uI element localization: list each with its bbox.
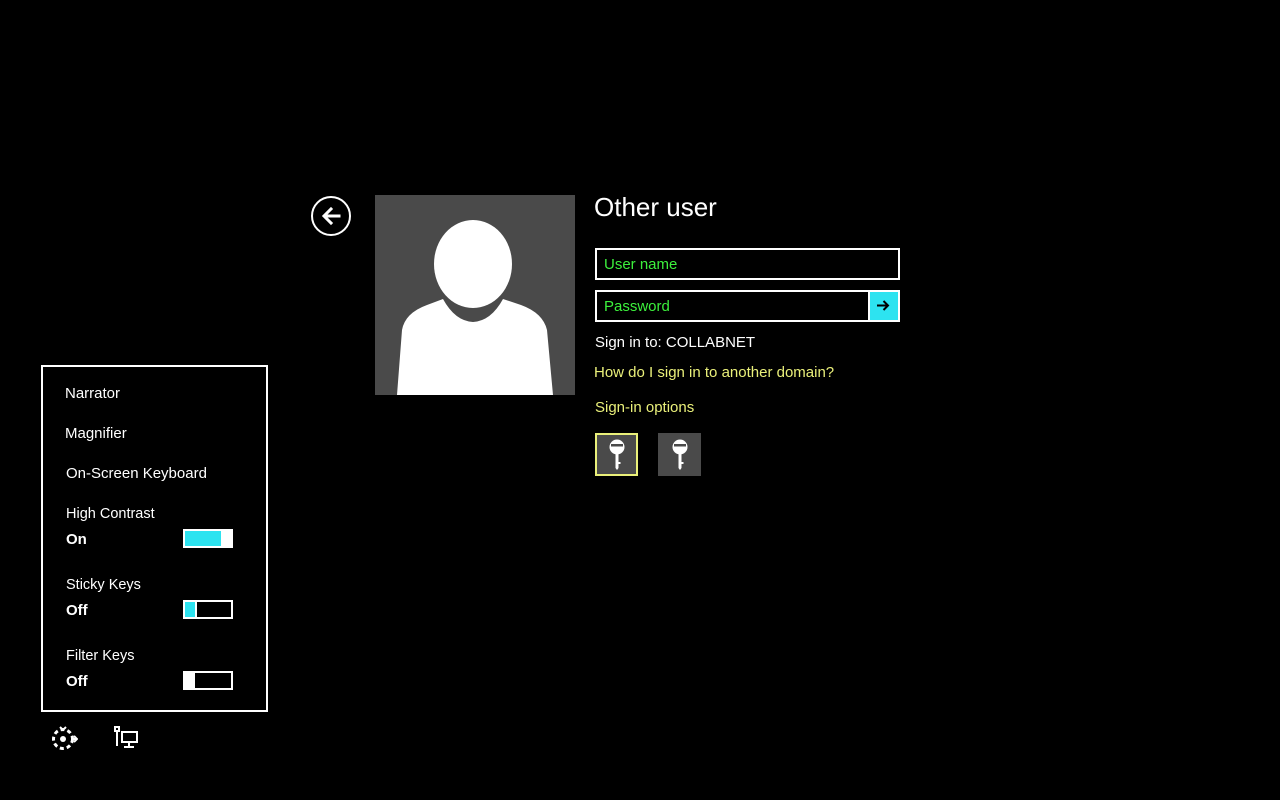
on-screen-keyboard-item[interactable]: On-Screen Keyboard — [66, 465, 207, 483]
toggle-thumb[interactable] — [195, 601, 197, 618]
username-input[interactable] — [597, 250, 898, 278]
network-button[interactable] — [114, 726, 140, 755]
toggle-thumb[interactable] — [185, 672, 195, 689]
sticky-keys-toggle[interactable] — [183, 600, 233, 619]
high-contrast-state: On — [66, 531, 87, 548]
toggle-thumb[interactable] — [221, 530, 231, 547]
another-domain-link[interactable]: How do I sign in to another domain? — [594, 364, 834, 382]
network-icon — [114, 726, 138, 748]
sign-in-option-password[interactable] — [595, 433, 638, 476]
username-field-box[interactable] — [595, 248, 900, 280]
filter-keys-label: Filter Keys — [66, 648, 135, 664]
ease-of-access-button[interactable] — [50, 725, 79, 756]
sticky-keys-state: Off — [66, 602, 88, 619]
user-avatar — [375, 195, 575, 395]
toggle-fill — [185, 602, 195, 617]
magnifier-item[interactable]: Magnifier — [65, 425, 127, 443]
key-icon — [609, 439, 624, 470]
key-icon — [672, 439, 687, 470]
sticky-keys-label: Sticky Keys — [66, 577, 141, 593]
submit-button[interactable] — [868, 292, 898, 320]
back-arrow-icon — [321, 206, 341, 226]
password-field-box[interactable] — [595, 290, 900, 322]
arrow-right-icon — [877, 300, 890, 311]
high-contrast-toggle[interactable] — [183, 529, 233, 548]
filter-keys-toggle[interactable] — [183, 671, 233, 690]
sign-in-domain-text: Sign in to: COLLABNET — [595, 334, 756, 351]
password-input[interactable] — [597, 292, 869, 320]
filter-keys-state: Off — [66, 673, 88, 690]
toggle-fill — [185, 531, 221, 546]
ease-of-access-icon — [52, 726, 79, 750]
sign-in-option-key[interactable] — [658, 433, 701, 476]
back-button[interactable] — [311, 196, 351, 236]
page-title: Other user — [594, 192, 717, 222]
sign-in-options-link[interactable]: Sign-in options — [595, 399, 694, 417]
user-silhouette-icon — [397, 220, 553, 395]
high-contrast-label: High Contrast — [66, 506, 155, 522]
ease-of-access-panel: Narrator Magnifier On-Screen Keyboard Hi… — [41, 365, 268, 712]
narrator-item[interactable]: Narrator — [65, 385, 120, 403]
